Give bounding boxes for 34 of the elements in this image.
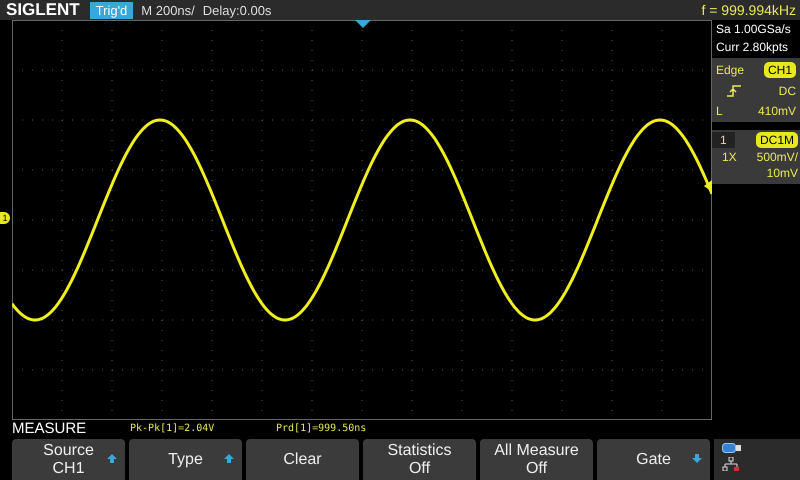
sample-rate: Sa 1.00GSa/s <box>716 22 792 36</box>
up-arrow-icon <box>107 454 117 463</box>
level-label: L <box>716 104 723 118</box>
brand-logo: SIGLENT <box>6 0 80 20</box>
trigger-level: 410mV <box>758 104 796 118</box>
measurement-reading: Prd[1]=999.50ns <box>276 423 368 434</box>
rising-edge-icon <box>726 84 742 98</box>
channel-coupling: DC1M <box>756 132 798 148</box>
trigger-coupling: DC <box>778 84 796 98</box>
trigger-source: CH1 <box>764 62 796 78</box>
vertical-scale: 500mV/ <box>756 150 798 164</box>
softkey[interactable]: Statistics Off <box>363 439 476 480</box>
down-arrow-icon <box>692 454 702 463</box>
channel-number: 1 <box>712 132 735 148</box>
usb-icon <box>722 443 742 453</box>
softkey[interactable]: Clear <box>246 439 359 480</box>
channel-marker: 1 <box>0 212 10 224</box>
frequency-readout: f = 999.994kHz <box>701 2 797 18</box>
vertical-offset: 10mV <box>766 166 798 180</box>
probe-ratio: 1X <box>722 150 737 164</box>
softkey[interactable]: Gate <box>597 439 710 480</box>
timebase: M 200ns/ <box>141 2 195 18</box>
measurement-reading: Pk-Pk[1]=2.04V <box>130 423 216 434</box>
softkey[interactable]: Type <box>129 439 242 480</box>
menu-title: MEASURE <box>12 420 88 437</box>
softkey[interactable]: All Measure Off <box>480 439 593 480</box>
memory-depth: Curr 2.80kpts <box>716 40 790 54</box>
delay: Delay:0.00s <box>202 2 272 18</box>
up-arrow-icon <box>224 454 234 463</box>
softkey[interactable]: Source CH1 <box>12 439 125 480</box>
trigger-status: Trig'd <box>90 2 134 18</box>
trigger-type: Edge <box>716 63 744 77</box>
trigger-level-icon <box>704 180 712 192</box>
network-icon <box>722 457 740 471</box>
